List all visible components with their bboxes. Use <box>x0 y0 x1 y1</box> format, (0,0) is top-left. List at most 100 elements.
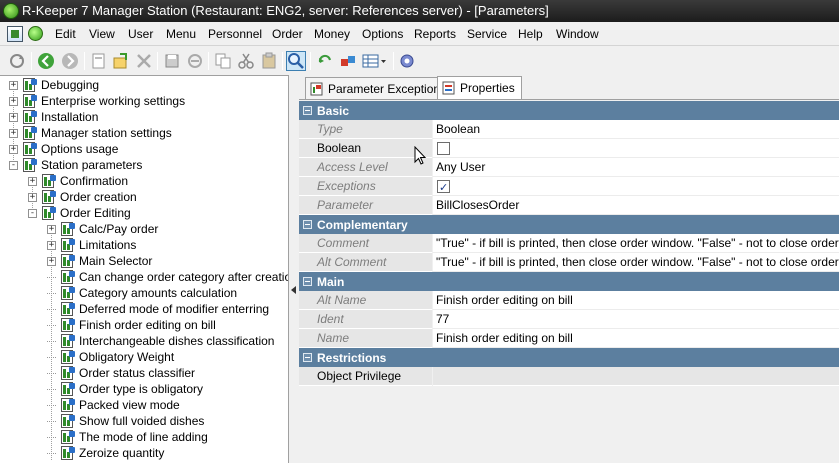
collapse-icon[interactable]: - <box>9 160 18 170</box>
tree-item[interactable]: Interchangeable dishes classification <box>47 333 274 349</box>
tree-connector <box>47 276 56 278</box>
tree-item[interactable]: - Order Editing <box>28 205 131 221</box>
tree-item-label: Order type is obligatory <box>79 382 204 396</box>
tree-item[interactable]: - Station parameters <box>9 157 142 173</box>
parameter-folder-icon <box>60 269 76 285</box>
tree-item[interactable]: + Installation <box>9 109 98 125</box>
parameter-folder-icon <box>22 93 38 109</box>
expand-icon[interactable]: + <box>47 224 56 234</box>
app-icon[interactable] <box>3 3 19 19</box>
link-icon[interactable] <box>338 51 358 71</box>
menu-edit[interactable]: Edit <box>55 27 76 41</box>
category-main[interactable]: Main <box>299 272 839 291</box>
settings-gear-icon[interactable] <box>397 51 417 71</box>
tree-item-label: The mode of line adding <box>79 430 208 444</box>
edit-icon[interactable] <box>111 51 131 71</box>
tab-properties[interactable]: Properties <box>437 76 522 99</box>
find-icon[interactable] <box>286 51 306 71</box>
reload-icon[interactable] <box>315 51 335 71</box>
exceptions-checkbox[interactable] <box>437 178 450 195</box>
window-title: R-Keeper 7 Manager Station (Restaurant: … <box>22 3 549 18</box>
collapse-icon[interactable] <box>303 106 312 115</box>
menu-options[interactable]: Options <box>362 27 403 41</box>
tree-item[interactable]: Packed view mode <box>47 397 180 413</box>
category-complementary[interactable]: Complementary <box>299 215 839 234</box>
parameter-folder-icon <box>60 397 76 413</box>
category-restrictions[interactable]: Restrictions <box>299 348 839 367</box>
menu-personnel[interactable]: Personnel <box>208 27 262 41</box>
tree-item[interactable]: Category amounts calculation <box>47 285 237 301</box>
expand-icon[interactable]: + <box>9 128 18 138</box>
parameter-folder-icon <box>60 429 76 445</box>
menu-user[interactable]: User <box>128 27 153 41</box>
expand-icon[interactable]: + <box>9 112 18 122</box>
category-basic[interactable]: Basic <box>299 101 839 120</box>
tree-item[interactable]: + Calc/Pay order <box>47 221 158 237</box>
grid-view-icon[interactable] <box>361 51 389 71</box>
tree-item-label: Finish order editing on bill <box>79 318 216 332</box>
delete-icon[interactable] <box>134 51 154 71</box>
tree-item[interactable]: + Main Selector <box>47 253 152 269</box>
menu-service[interactable]: Service <box>467 27 507 41</box>
menu-menu[interactable]: Menu <box>166 27 196 41</box>
property-alt-name: Alt Name Finish order editing on bill <box>299 291 839 310</box>
parameter-folder-icon <box>60 333 76 349</box>
back-icon[interactable] <box>36 51 56 71</box>
collapse-left-arrow-icon[interactable] <box>291 286 296 294</box>
menu-help[interactable]: Help <box>518 27 543 41</box>
tree-item[interactable]: + Limitations <box>47 237 136 253</box>
collapse-icon[interactable]: - <box>28 208 37 218</box>
tree-item[interactable]: Finish order editing on bill <box>47 317 216 333</box>
tree-item-label: Debugging <box>41 78 100 92</box>
tree-item[interactable]: Can change order category after creation <box>47 269 288 285</box>
tree-item[interactable]: + Order creation <box>28 189 137 205</box>
tree-item[interactable]: + Manager station settings <box>9 125 172 141</box>
menu-reports[interactable]: Reports <box>414 27 456 41</box>
tree-item[interactable]: + Options usage <box>9 141 118 157</box>
tree-item-label: Main Selector <box>79 254 153 268</box>
cancel-icon[interactable] <box>185 51 205 71</box>
tree-item[interactable]: + Debugging <box>9 77 99 93</box>
title-bar: R-Keeper 7 Manager Station (Restaurant: … <box>0 0 839 22</box>
menu-window[interactable]: Window <box>556 27 599 41</box>
tree-item[interactable]: + Confirmation <box>28 173 128 189</box>
expand-icon[interactable]: + <box>28 176 37 186</box>
parameters-tree[interactable]: + Debugging + Enterprise working settings + I… <box>0 75 289 463</box>
save-icon[interactable] <box>162 51 182 71</box>
expand-icon[interactable]: + <box>47 256 56 266</box>
menu-order[interactable]: Order <box>272 27 303 41</box>
collapse-icon[interactable] <box>303 220 312 229</box>
forward-icon[interactable] <box>60 51 80 71</box>
collapse-icon[interactable] <box>303 277 312 286</box>
expand-icon[interactable]: + <box>9 144 18 154</box>
collapse-icon[interactable] <box>303 353 312 362</box>
tree-item[interactable]: Show full voided dishes <box>47 413 204 429</box>
tree-item[interactable]: Zeroize quantity <box>47 445 164 461</box>
tree-item[interactable]: Obligatory Weight <box>47 349 174 365</box>
tree-item[interactable]: Order type is obligatory <box>47 381 203 397</box>
tree-item-label: Confirmation <box>60 174 129 188</box>
copy-icon[interactable] <box>213 51 233 71</box>
menu-money[interactable]: Money <box>314 27 350 41</box>
menu-view[interactable]: View <box>89 27 115 41</box>
parameter-folder-icon <box>60 253 76 269</box>
expand-icon[interactable]: + <box>9 80 18 90</box>
expand-icon[interactable]: + <box>9 96 18 106</box>
boolean-checkbox[interactable] <box>437 142 450 155</box>
parameter-folder-icon <box>60 365 76 381</box>
mdi-child-icon[interactable] <box>7 26 23 42</box>
tree-item[interactable]: Deferred mode of modifier enterring <box>47 301 269 317</box>
new-icon[interactable] <box>89 51 109 71</box>
expand-icon[interactable]: + <box>47 240 56 250</box>
tree-item[interactable]: + Enterprise working settings <box>9 93 185 109</box>
paste-icon[interactable] <box>259 51 279 71</box>
parameter-folder-icon <box>41 205 57 221</box>
parameter-folder-icon <box>60 221 76 237</box>
tree-item[interactable]: Order status classifier <box>47 365 195 381</box>
expand-icon[interactable]: + <box>28 192 37 202</box>
panel-splitter[interactable] <box>289 75 299 463</box>
tab-parameter-exceptions[interactable]: Parameter Exceptions <box>305 77 454 99</box>
tree-item[interactable]: The mode of line adding <box>47 429 208 445</box>
cut-icon[interactable] <box>236 51 256 71</box>
refresh-icon[interactable] <box>7 51 27 71</box>
